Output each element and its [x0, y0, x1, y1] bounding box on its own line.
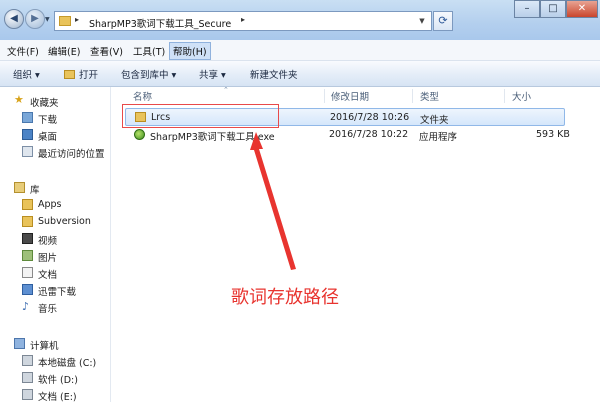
- nav-item-drive-e[interactable]: 文档 (E:): [38, 389, 77, 403]
- documents-icon: [22, 267, 33, 278]
- file-modified: 2016/7/28 10:22: [329, 129, 409, 140]
- file-size: 593 KB: [536, 129, 570, 140]
- nav-computer[interactable]: 计算机: [30, 338, 59, 352]
- chevron-down-icon[interactable]: ▼: [415, 14, 429, 28]
- include-library-button[interactable]: 包含到库中 ▾: [121, 67, 176, 81]
- column-divider[interactable]: [324, 89, 325, 103]
- nav-item-apps[interactable]: Apps: [38, 199, 62, 210]
- desktop-icon: [22, 129, 33, 140]
- annotation-highlight-box: [122, 104, 279, 128]
- column-divider[interactable]: [412, 89, 413, 103]
- nav-favorites[interactable]: 收藏夹: [30, 95, 59, 109]
- new-folder-button[interactable]: 新建文件夹: [250, 67, 298, 81]
- nav-item-pictures[interactable]: 图片: [38, 250, 57, 264]
- organize-button[interactable]: 组织 ▾: [13, 67, 40, 81]
- column-modified[interactable]: 修改日期: [331, 89, 369, 107]
- download-icon: [22, 112, 33, 123]
- pictures-icon: [22, 250, 33, 261]
- table-row[interactable]: SharpMP3歌词下载工具.exe 2016/7/28 10:22 应用程序 …: [125, 126, 570, 144]
- nav-item-xunlei[interactable]: 迅雷下载: [38, 284, 76, 298]
- file-list: 名称 ⌃ 修改日期 类型 大小 Lrcs 2016/7/28 10:26 文件夹…: [119, 86, 600, 402]
- menu-file[interactable]: 文件(F): [7, 44, 39, 58]
- music-icon: ♪: [22, 300, 30, 313]
- folder-icon: [59, 16, 71, 26]
- history-dropdown-icon[interactable]: ▼: [45, 16, 50, 23]
- forward-button[interactable]: ▶: [25, 9, 45, 29]
- nav-item-recent[interactable]: 最近访问的位置: [38, 146, 105, 160]
- nav-item-desktop[interactable]: 桌面: [38, 129, 57, 143]
- drive-icon: [22, 372, 33, 383]
- nav-item-documents[interactable]: 文档: [38, 267, 57, 281]
- open-button[interactable]: 打开: [64, 67, 98, 81]
- menu-help[interactable]: 帮助(H): [169, 42, 211, 60]
- nav-item-videos[interactable]: 视频: [38, 233, 57, 247]
- navigation-pane: ★ 收藏夹 下载 桌面 最近访问的位置 库 Apps Subversion 视频…: [0, 87, 110, 403]
- computer-icon: [14, 338, 25, 349]
- chevron-right-icon[interactable]: ▸: [241, 15, 245, 24]
- maximize-button[interactable]: □: [540, 0, 566, 18]
- column-size[interactable]: 大小: [512, 89, 531, 107]
- menu-view[interactable]: 查看(V): [90, 44, 123, 58]
- file-type: 文件夹: [420, 115, 449, 126]
- column-type[interactable]: 类型: [420, 89, 439, 107]
- close-button[interactable]: ✕: [566, 0, 598, 18]
- thunder-download-icon: [22, 284, 33, 295]
- drive-icon: [22, 389, 33, 400]
- title-bar: ◀ ▶ ▼ ▸ SharpMP3歌词下载工具_Secure ▸ ▼ ⟳ – □ …: [0, 0, 600, 40]
- file-name: SharpMP3歌词下载工具.exe: [150, 132, 275, 143]
- nav-item-subversion[interactable]: Subversion: [38, 216, 91, 227]
- address-bar[interactable]: ▸ SharpMP3歌词下载工具_Secure ▸ ▼: [54, 11, 432, 31]
- video-icon: [22, 233, 33, 244]
- chevron-right-icon[interactable]: ▸: [75, 15, 79, 24]
- library-icon: [14, 182, 25, 193]
- star-icon: ★: [14, 93, 24, 106]
- nav-item-downloads[interactable]: 下载: [38, 112, 57, 126]
- drive-icon: [22, 355, 33, 366]
- address-path[interactable]: SharpMP3歌词下载工具_Secure: [89, 16, 231, 30]
- nav-item-drive-c[interactable]: 本地磁盘 (C:): [38, 355, 96, 369]
- menu-edit[interactable]: 编辑(E): [48, 44, 80, 58]
- file-modified: 2016/7/28 10:26: [330, 112, 410, 123]
- nav-libraries[interactable]: 库: [30, 182, 40, 196]
- share-button[interactable]: 共享 ▾: [199, 67, 226, 81]
- menu-tools[interactable]: 工具(T): [133, 44, 165, 58]
- menu-bar: 文件(F) 编辑(E) 查看(V) 工具(T) 帮助(H): [0, 40, 600, 61]
- back-button[interactable]: ◀: [4, 9, 24, 29]
- sort-ascending-icon: ⌃: [223, 86, 229, 94]
- file-type: 应用程序: [419, 132, 458, 143]
- annotation-label: 歌词存放路径: [231, 287, 339, 308]
- column-divider[interactable]: [504, 89, 505, 103]
- folder-icon: [22, 199, 33, 210]
- app-icon: [134, 129, 145, 140]
- minimize-button[interactable]: –: [514, 0, 540, 18]
- open-label: 打开: [79, 70, 99, 81]
- refresh-button[interactable]: ⟳: [433, 11, 453, 31]
- nav-item-drive-d[interactable]: 软件 (D:): [38, 372, 78, 386]
- folder-icon: [22, 216, 33, 227]
- nav-item-music[interactable]: 音乐: [38, 301, 57, 315]
- recent-places-icon: [22, 146, 33, 157]
- open-icon: [64, 70, 75, 79]
- command-toolbar: 组织 ▾ 打开 包含到库中 ▾ 共享 ▾ 新建文件夹: [0, 61, 600, 87]
